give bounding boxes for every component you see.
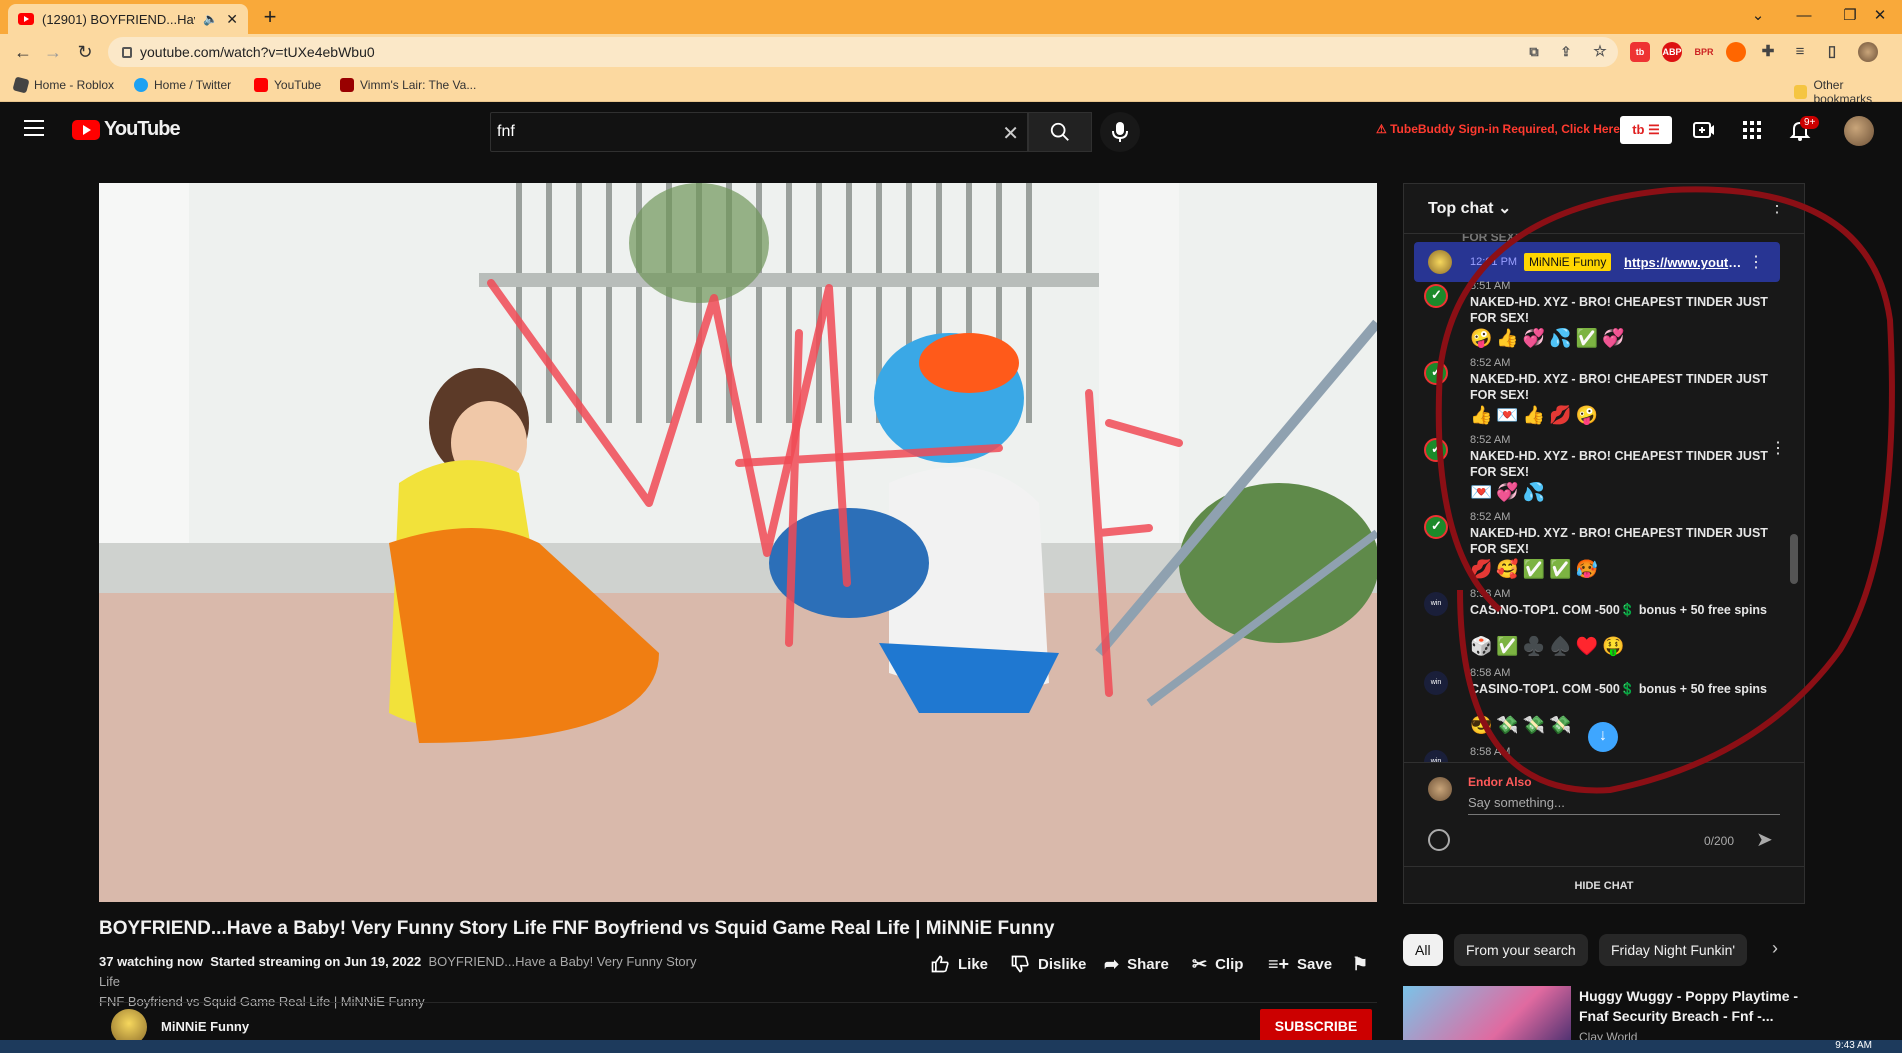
tab-title: (12901) BOYFRIEND...Have a [42, 11, 195, 27]
video-frame [99, 183, 1377, 902]
tab-close-icon[interactable]: ✕ [226, 11, 238, 28]
media-control-icon[interactable]: ≡ [1790, 42, 1810, 62]
microphone-icon [1112, 122, 1128, 142]
account-avatar[interactable] [1844, 116, 1874, 146]
clear-search-icon[interactable]: ✕ [1002, 121, 1019, 146]
flag-icon: ⚑ [1352, 954, 1369, 974]
character-count: 0/200 [1704, 834, 1735, 848]
dislike-button[interactable]: Dislike [1010, 954, 1086, 974]
adblock-extension-icon[interactable]: ABP [1662, 42, 1682, 62]
share-arrow-icon: ➦ [1104, 954, 1120, 974]
youtube-wordmark: YouTube [104, 118, 181, 140]
bookmark-youtube[interactable]: YouTube [254, 78, 321, 92]
youtube-logo[interactable]: YouTube [72, 118, 181, 141]
bookmarks-bar: Home - Roblox Home / Twitter YouTube Vim… [0, 70, 1902, 106]
share-button[interactable]: ➦ Share [1104, 954, 1169, 975]
reload-button[interactable]: ↻ [72, 40, 98, 64]
browser-tab-bar: (12901) BOYFRIEND...Have a 🔈 ✕ + ⌄ — ❐ ✕ [0, 0, 1902, 34]
tab-audio-icon[interactable]: 🔈 [203, 12, 218, 26]
folder-icon [1794, 85, 1808, 99]
minimize-button[interactable]: — [1784, 4, 1824, 28]
thumbs-down-icon [1011, 955, 1029, 973]
bookmark-star-icon[interactable]: ☆ [1590, 42, 1610, 62]
search-icon [1050, 122, 1069, 141]
vimms-lair-icon [340, 78, 354, 92]
voice-search-button[interactable] [1100, 112, 1140, 152]
subscribe-button[interactable]: SUBSCRIBE [1260, 1009, 1372, 1043]
recommendation-title[interactable]: Huggy Wuggy - Poppy Playtime - Fnaf Secu… [1579, 986, 1799, 1026]
forward-button[interactable]: → [40, 40, 66, 64]
share-label: Share [1127, 956, 1169, 973]
dislike-label: Dislike [1038, 955, 1087, 973]
share-icon[interactable]: ⇪ [1556, 42, 1576, 62]
notification-count-badge: 9+ [1800, 116, 1820, 129]
like-button[interactable]: Like [930, 954, 988, 974]
clip-button[interactable]: ✂ Clip [1192, 954, 1243, 975]
tubebuddy-warning-text: TubeBuddy Sign-in Required, Click Here [1390, 122, 1620, 136]
search-button[interactable] [1028, 112, 1092, 152]
extension-icon[interactable] [1726, 42, 1746, 62]
send-icon[interactable]: ➤ [1756, 827, 1773, 852]
open-in-app-icon[interactable]: ⧉ [1524, 42, 1544, 62]
close-window-button[interactable]: ✕ [1860, 4, 1900, 28]
os-taskbar: 9:43 AM [0, 1040, 1902, 1053]
video-player[interactable] [99, 183, 1377, 902]
search-input[interactable]: fnf ✕ [490, 112, 1028, 152]
extensions-puzzle-icon[interactable]: ✚ [1758, 42, 1778, 62]
chevron-right-icon[interactable]: › [1772, 938, 1778, 959]
youtube-icon [254, 78, 268, 92]
taskbar-clock: 9:43 AM [1835, 1040, 1872, 1051]
twitter-icon [134, 78, 148, 92]
browser-tab[interactable]: (12901) BOYFRIEND...Have a 🔈 ✕ [8, 4, 248, 34]
bookmark-label: Vimm's Lair: The Va... [360, 78, 477, 92]
save-button[interactable]: ≡+ Save [1268, 954, 1332, 975]
create-video-icon[interactable] [1692, 118, 1716, 142]
emoji-picker-icon[interactable] [1428, 829, 1450, 851]
stream-start-date: Started streaming on Jun 19, 2022 [210, 954, 422, 969]
bookmark-label: Home / Twitter [154, 78, 232, 92]
lock-icon [122, 46, 132, 58]
like-label: Like [958, 955, 989, 973]
tubebuddy-menu-button[interactable]: tb ☰ [1620, 116, 1672, 144]
bookmark-vimms-lair[interactable]: Vimm's Lair: The Va... [340, 78, 476, 92]
scissors-icon: ✂ [1192, 954, 1208, 974]
save-label: Save [1297, 956, 1333, 973]
youtube-header: YouTube fnf ✕ ⚠ TubeBuddy Sign-in Requir… [0, 102, 1902, 158]
apps-grid-icon[interactable] [1740, 118, 1764, 142]
youtube-favicon-icon [18, 13, 34, 25]
video-title: BOYFRIEND...Have a Baby! Very Funny Stor… [99, 918, 1055, 939]
back-button[interactable]: ← [10, 40, 36, 64]
chip-friday-night-funkin[interactable]: Friday Night Funkin' [1599, 934, 1748, 966]
red-annotation-circle [1435, 186, 1895, 794]
bookmark-twitter[interactable]: Home / Twitter [134, 78, 231, 92]
roblox-icon [12, 76, 30, 94]
url-text: youtube.com/watch?v=tUXe4ebWbu0 [140, 44, 375, 60]
tab-search-icon[interactable]: ⌄ [1738, 4, 1778, 28]
clip-label: Clip [1215, 956, 1244, 973]
profile-avatar-icon[interactable] [1858, 42, 1878, 62]
tubebuddy-extension-icon[interactable]: tb [1630, 42, 1650, 62]
thumbs-up-icon [931, 955, 949, 973]
watching-count: 37 watching now [99, 954, 204, 969]
report-flag-button[interactable]: ⚑ [1352, 954, 1368, 975]
omnibox[interactable]: youtube.com/watch?v=tUXe4ebWbu0 [108, 37, 1618, 67]
bookmark-label: Home - Roblox [34, 78, 115, 92]
search-value: fnf [497, 123, 515, 140]
playlist-add-icon: ≡+ [1268, 954, 1290, 974]
chip-all[interactable]: All [1403, 934, 1443, 966]
new-tab-button[interactable]: + [258, 6, 282, 30]
side-panel-icon[interactable]: ▯ [1822, 42, 1842, 62]
menu-icon[interactable] [24, 120, 44, 136]
hide-chat-button[interactable]: HIDE CHAT [1404, 866, 1804, 903]
bookmark-roblox[interactable]: Home - Roblox [12, 76, 115, 94]
bookmark-label: YouTube [274, 78, 322, 92]
tubebuddy-signin-warning[interactable]: ⚠ TubeBuddy Sign-in Required, Click Here [1376, 122, 1620, 136]
bpr-extension-icon[interactable]: BPR [1694, 42, 1714, 62]
channel-name[interactable]: MiNNiE Funny [161, 1019, 249, 1034]
chip-from-your-search[interactable]: From your search [1454, 934, 1588, 966]
youtube-play-icon [72, 119, 100, 140]
address-toolbar: ← → ↻ youtube.com/watch?v=tUXe4ebWbu0 ⧉ … [0, 34, 1902, 70]
